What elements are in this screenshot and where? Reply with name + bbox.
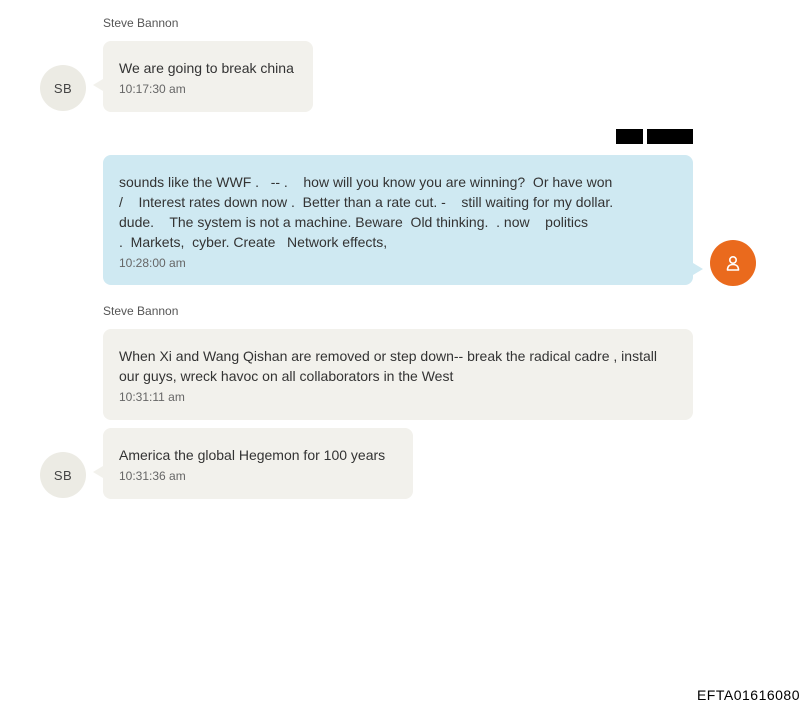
sender-name: Steve Bannon — [103, 304, 179, 318]
message-bubble: America the global Hegemon for 100 years… — [93, 428, 413, 499]
message-timestamp: 10:31:36 am — [119, 469, 186, 483]
avatar: SB — [40, 452, 86, 498]
message-text: sounds like the WWF . -- . how will you … — [119, 174, 614, 250]
message-timestamp: 10:17:30 am — [119, 82, 186, 96]
user-avatar — [710, 240, 756, 286]
message-bubble-outgoing: sounds like the WWF . -- . how will you … — [103, 155, 703, 285]
sender-name: Steve Bannon — [103, 16, 179, 30]
message-text: When Xi and Wang Qishan are removed or s… — [119, 348, 657, 384]
redaction-block — [647, 129, 693, 144]
redaction-block — [616, 129, 643, 144]
message-timestamp: 10:28:00 am — [119, 256, 186, 270]
message-bubble: We are going to break china 10:17:30 am — [93, 41, 313, 112]
message-timestamp: 10:31:11 am — [119, 390, 185, 404]
message-text: We are going to break china — [119, 60, 294, 76]
message-text: America the global Hegemon for 100 years — [119, 447, 386, 463]
message-bubble: When Xi and Wang Qishan are removed or s… — [103, 329, 693, 420]
bates-number: EFTA01616080 — [696, 687, 800, 703]
user-icon — [726, 255, 740, 271]
avatar: SB — [40, 65, 86, 111]
